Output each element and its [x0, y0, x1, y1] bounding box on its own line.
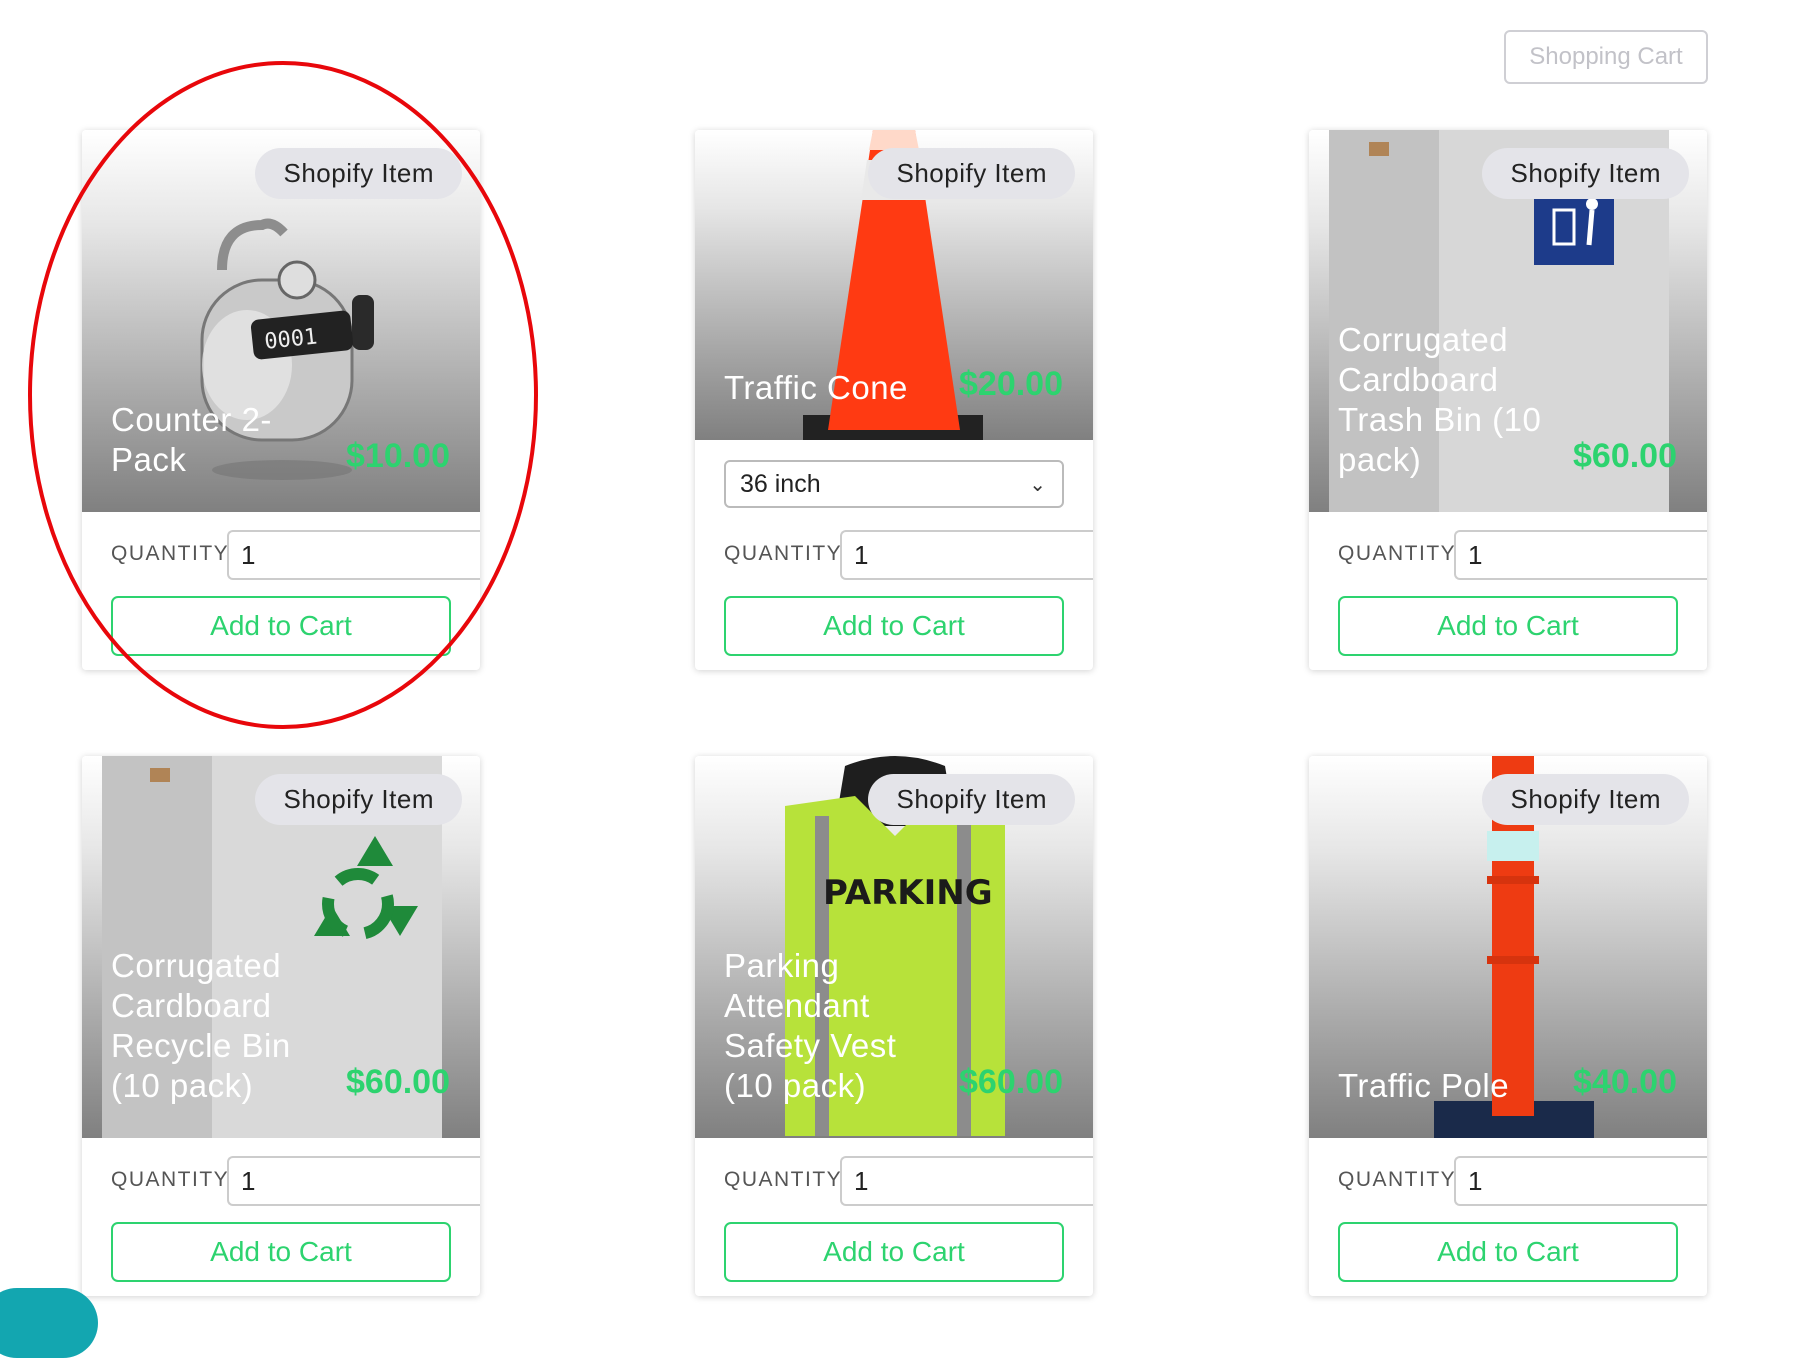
- shopify-item-badge: Shopify Item: [868, 148, 1075, 199]
- quantity-label: QUANTITY: [1338, 542, 1457, 565]
- add-to-cart-button[interactable]: Add to Cart: [1338, 1222, 1678, 1282]
- product-image-area[interactable]: Shopify Item Corrugated Cardboard Trash …: [1309, 130, 1707, 512]
- shopify-item-badge: Shopify Item: [868, 774, 1075, 825]
- quantity-label: QUANTITY: [724, 542, 843, 565]
- product-price: $60.00: [346, 1063, 450, 1101]
- product-title[interactable]: Traffic Cone: [724, 368, 944, 408]
- quantity-row: QUANTITY 1: [1338, 1156, 1707, 1206]
- product-title[interactable]: Corrugated Cardboard Trash Bin (10 pack): [1338, 320, 1568, 480]
- product-title[interactable]: Parking Attendant Safety Vest (10 pack): [724, 946, 954, 1106]
- quantity-input[interactable]: 1: [840, 1156, 1093, 1206]
- variant-select-value: 36 inch: [740, 470, 821, 498]
- chat-widget-button[interactable]: [0, 1288, 98, 1358]
- variant-select[interactable]: 36 inch ⌄: [724, 460, 1064, 508]
- shopify-item-badge: Shopify Item: [1482, 148, 1689, 199]
- product-price: $40.00: [1573, 1063, 1677, 1101]
- vest-print-text: PARKING: [823, 873, 993, 913]
- product-image-area[interactable]: PARKING Shopify Item Parking Attendant S…: [695, 756, 1093, 1138]
- quantity-row: QUANTITY 1: [724, 1156, 1093, 1206]
- quantity-row: QUANTITY 1: [724, 530, 1093, 580]
- quantity-label: QUANTITY: [111, 542, 230, 565]
- add-to-cart-button[interactable]: Add to Cart: [111, 596, 451, 656]
- quantity-label: QUANTITY: [724, 1168, 843, 1191]
- product-card-trash-bin: Shopify Item Corrugated Cardboard Trash …: [1309, 130, 1707, 670]
- quantity-input[interactable]: 1: [1454, 530, 1707, 580]
- chevron-down-icon: ⌄: [1029, 474, 1046, 496]
- product-price: $20.00: [959, 365, 1063, 403]
- product-card-traffic-pole: Shopify Item Traffic Pole $40.00 QUANTIT…: [1309, 756, 1707, 1296]
- add-to-cart-button[interactable]: Add to Cart: [1338, 596, 1678, 656]
- quantity-row: QUANTITY 1: [111, 1156, 480, 1206]
- product-title[interactable]: Traffic Pole: [1338, 1066, 1568, 1106]
- quantity-input[interactable]: 1: [227, 1156, 480, 1206]
- quantity-label: QUANTITY: [1338, 1168, 1457, 1191]
- product-card-traffic-cone: Shopify Item Traffic Cone $20.00 36 inch…: [695, 130, 1093, 670]
- product-title[interactable]: Counter 2-Pack: [111, 400, 281, 480]
- product-image-area[interactable]: Shopify Item Traffic Pole $40.00: [1309, 756, 1707, 1138]
- product-image-area[interactable]: 0001 Shopify Item Counter 2-Pack $10.00: [82, 130, 480, 512]
- product-image-area[interactable]: Shopify Item Traffic Cone $20.00: [695, 130, 1093, 440]
- shopify-item-badge: Shopify Item: [1482, 774, 1689, 825]
- product-card-safety-vest: PARKING Shopify Item Parking Attendant S…: [695, 756, 1093, 1296]
- product-title[interactable]: Corrugated Cardboard Recycle Bin (10 pac…: [111, 946, 341, 1106]
- product-image-area[interactable]: Shopify Item Corrugated Cardboard Recycl…: [82, 756, 480, 1138]
- product-grid: 0001 Shopify Item Counter 2-Pack $10.00 …: [0, 0, 1802, 1322]
- product-price: $60.00: [1573, 437, 1677, 475]
- product-price: $60.00: [959, 1063, 1063, 1101]
- quantity-label: QUANTITY: [111, 1168, 230, 1191]
- product-card-recycle-bin: Shopify Item Corrugated Cardboard Recycl…: [82, 756, 480, 1296]
- shopify-item-badge: Shopify Item: [255, 774, 462, 825]
- quantity-input[interactable]: 1: [1454, 1156, 1707, 1206]
- quantity-input[interactable]: 1: [227, 530, 480, 580]
- product-price: $10.00: [346, 437, 450, 475]
- add-to-cart-button[interactable]: Add to Cart: [724, 596, 1064, 656]
- product-card-counter: 0001 Shopify Item Counter 2-Pack $10.00 …: [82, 130, 480, 670]
- add-to-cart-button[interactable]: Add to Cart: [724, 1222, 1064, 1282]
- quantity-row: QUANTITY 1: [111, 530, 480, 580]
- quantity-row: QUANTITY 1: [1338, 530, 1707, 580]
- quantity-input[interactable]: 1: [840, 530, 1093, 580]
- shopify-item-badge: Shopify Item: [255, 148, 462, 199]
- add-to-cart-button[interactable]: Add to Cart: [111, 1222, 451, 1282]
